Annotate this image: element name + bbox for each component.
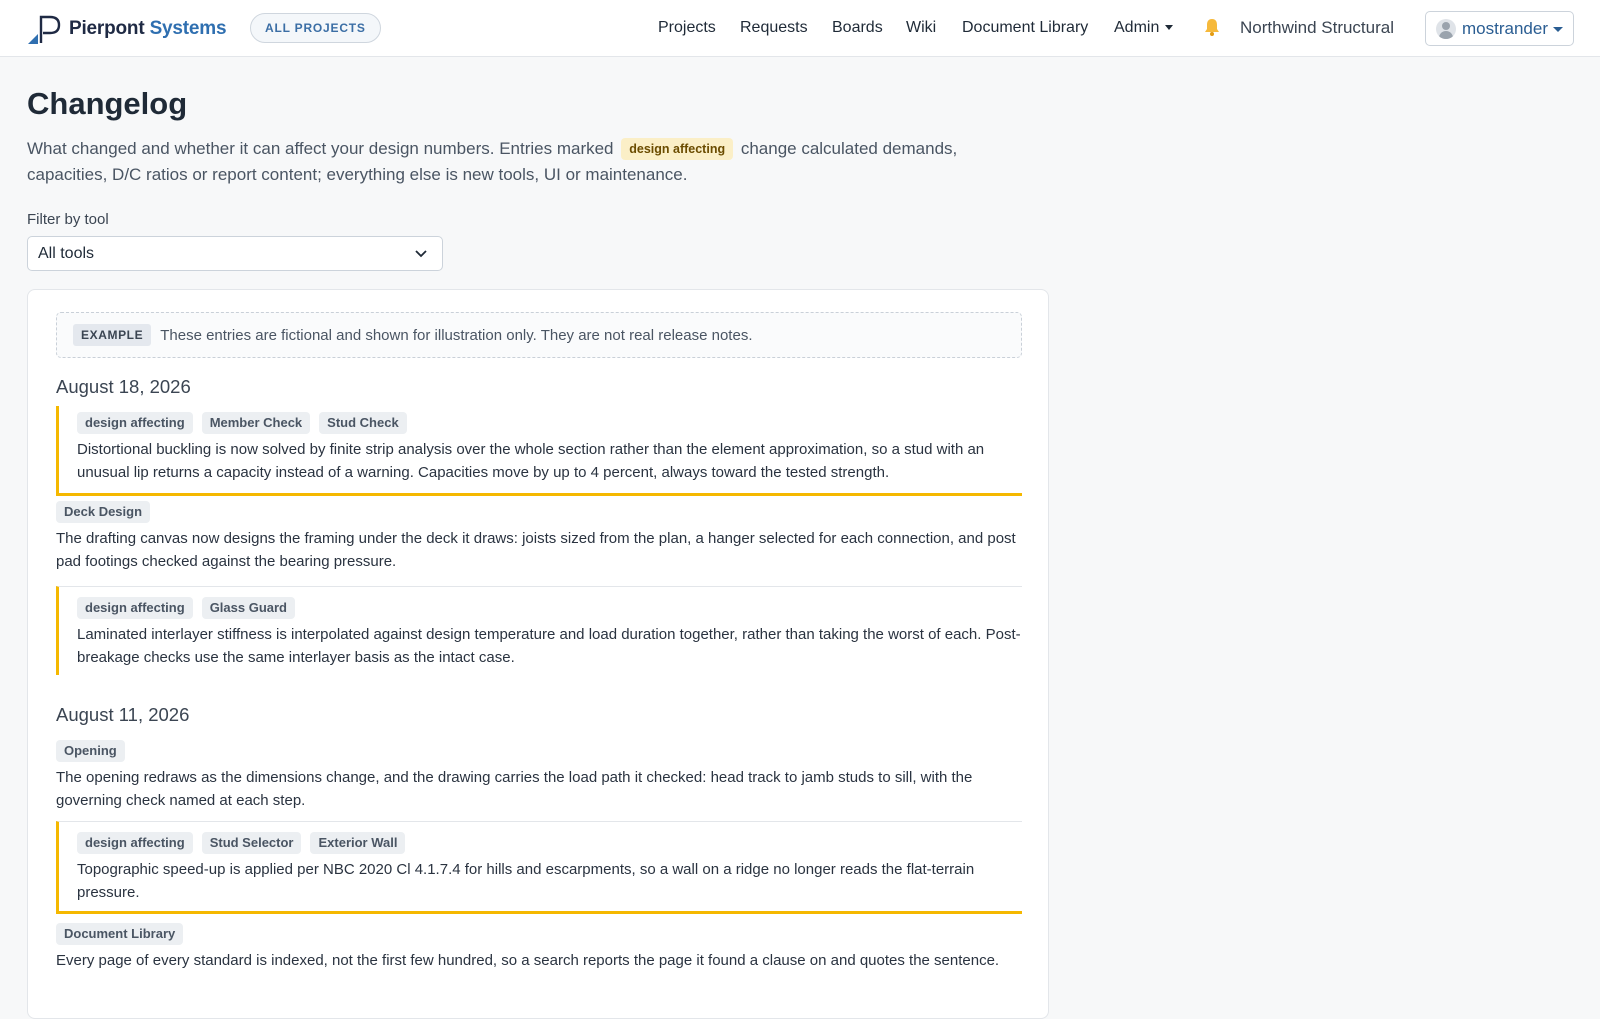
design-affecting-badge: design affecting xyxy=(77,597,193,619)
chevron-down-icon xyxy=(1553,27,1563,32)
changelog-entry: design affecting Stud Selector Exterior … xyxy=(56,821,1022,914)
organization-name: Northwind Structural xyxy=(1240,18,1395,37)
changelog-entry: design affecting Glass Guard Laminated i… xyxy=(56,586,1022,675)
entry-tags: Document Library xyxy=(56,922,1022,946)
changelog-entry: Deck Design The drafting canvas now desi… xyxy=(56,500,1022,576)
tool-tag[interactable]: Document Library xyxy=(56,923,184,945)
entry-tags: design affecting Glass Guard xyxy=(77,596,1022,620)
brand-name: Pierpont Systems xyxy=(69,18,227,40)
tool-tag[interactable]: Member Check xyxy=(201,412,311,434)
entry-text: The drafting canvas now designs the fram… xyxy=(56,530,1016,570)
nav-requests[interactable]: Requests xyxy=(740,19,808,37)
date-heading: August 11, 2026 xyxy=(56,704,190,725)
all-projects-button[interactable]: ALL PROJECTS xyxy=(250,13,381,43)
nav-admin-label: Admin xyxy=(1114,19,1160,36)
page-title: Changelog xyxy=(27,86,188,121)
date-heading: August 18, 2026 xyxy=(56,376,191,397)
changelog-entry: Document Library Every page of every sta… xyxy=(56,922,1022,996)
entry-text: Distortional buckling is now solved by f… xyxy=(77,441,985,481)
tool-tag[interactable]: Exterior Wall xyxy=(310,832,406,854)
brand-name-part2: Systems xyxy=(149,18,227,39)
example-notice-text: These entries are fictional and shown fo… xyxy=(160,326,753,344)
changelog-entry: Opening The opening redraws as the dimen… xyxy=(56,739,1022,809)
top-navbar: Pierpont Systems ALL PROJECTS Projects R… xyxy=(0,0,1600,57)
entry-tags: design affecting Stud Selector Exterior … xyxy=(77,831,1022,855)
avatar-icon xyxy=(1436,18,1456,39)
tool-tag[interactable]: Glass Guard xyxy=(201,597,295,619)
page-intro: What changed and whether it can affect y… xyxy=(27,136,1037,188)
tool-tag[interactable]: Stud Check xyxy=(319,412,407,434)
nav-wiki[interactable]: Wiki xyxy=(906,19,936,37)
changelog-card: EXAMPLE These entries are fictional and … xyxy=(27,289,1049,1019)
user-name: mostrander xyxy=(1462,18,1548,38)
filter-label: Filter by tool xyxy=(27,211,109,228)
tool-filter-value: All tools xyxy=(38,244,95,262)
tool-tag[interactable]: Opening xyxy=(56,740,125,762)
intro-text-before: What changed and whether it can affect y… xyxy=(27,139,614,158)
nav-projects[interactable]: Projects xyxy=(658,19,716,37)
user-menu-button[interactable]: mostrander xyxy=(1425,11,1574,46)
entry-text: Laminated interlayer stiffness is interp… xyxy=(77,626,1021,666)
example-notice: EXAMPLE These entries are fictional and … xyxy=(56,312,1022,358)
brand[interactable]: Pierpont Systems xyxy=(26,14,227,44)
notification-bell-icon[interactable] xyxy=(1202,17,1222,37)
chevron-down-icon xyxy=(415,250,427,258)
nav-boards[interactable]: Boards xyxy=(832,19,883,37)
entry-text: The opening redraws as the dimensions ch… xyxy=(56,769,973,809)
nav-document-library[interactable]: Document Library xyxy=(962,19,1088,37)
entry-tags: design affecting Member Check Stud Check xyxy=(77,411,1022,435)
design-affecting-badge: design affecting xyxy=(77,832,193,854)
tool-filter-select[interactable]: All tools xyxy=(27,236,443,271)
chevron-down-icon xyxy=(1165,25,1174,31)
nav-admin-dropdown[interactable]: Admin xyxy=(1114,19,1174,37)
tool-tag[interactable]: Deck Design xyxy=(56,501,151,523)
entry-text: Topographic speed-up is applied per NBC … xyxy=(77,861,975,901)
design-affecting-badge: design affecting xyxy=(77,412,193,434)
pierpont-logo-icon xyxy=(26,14,62,44)
brand-name-part1: Pierpont xyxy=(69,18,145,39)
entry-tags: Deck Design xyxy=(56,500,1022,524)
example-tag: EXAMPLE xyxy=(73,324,152,346)
tool-tag[interactable]: Stud Selector xyxy=(201,832,302,854)
changelog-entry: design affecting Member Check Stud Check… xyxy=(56,406,1022,496)
entry-text: Every page of every standard is indexed,… xyxy=(56,952,1000,969)
entry-tags: Opening xyxy=(56,739,1022,763)
design-affecting-badge: design affecting xyxy=(621,138,734,160)
